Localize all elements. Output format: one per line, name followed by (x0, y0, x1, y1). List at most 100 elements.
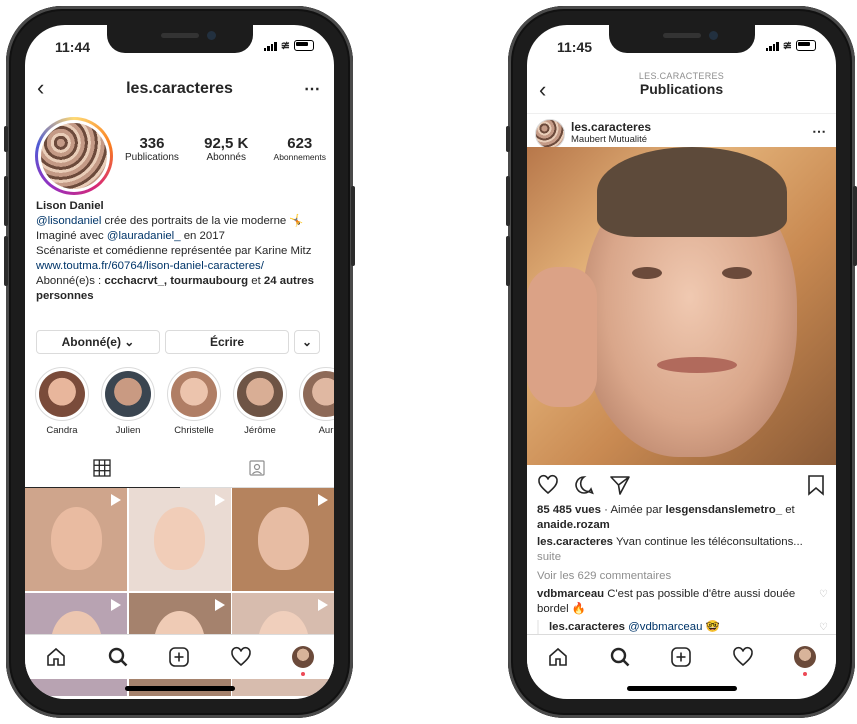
highlight-label: Christelle (174, 425, 214, 436)
more-icon[interactable]: ⋯ (304, 79, 320, 99)
highlight-item[interactable]: Julien (101, 367, 155, 436)
caption-text: Yvan continue les téléconsultations... (613, 536, 803, 548)
highlight-label: Aur (318, 425, 334, 436)
bio-text: Scénariste et comédienne représentée par… (36, 245, 312, 257)
post-caption: 85 485 vues · Aimée par lesgensdanslemet… (537, 503, 828, 635)
comment-like-icon[interactable]: ♡ (819, 587, 828, 602)
highlight-label: Candra (46, 425, 78, 436)
volume-down-button (506, 236, 510, 286)
heart-icon[interactable] (228, 644, 254, 670)
post-image[interactable] (527, 147, 836, 465)
comment-row: vdbmarceau C'est pas possible d'être aus… (537, 587, 828, 617)
home-icon[interactable] (545, 644, 571, 670)
search-icon[interactable] (607, 644, 633, 670)
profile-icon[interactable] (792, 644, 818, 676)
add-icon[interactable] (668, 644, 694, 670)
power-button (853, 186, 857, 266)
video-icon (318, 598, 328, 611)
grid-post[interactable] (128, 488, 231, 591)
home-icon[interactable] (43, 644, 69, 670)
profile-stats: 336 Publications 92,5 K Abonnés 623 Abon… (125, 135, 326, 163)
bookmark-icon[interactable] (806, 474, 826, 496)
more-icon[interactable]: ⋯ (812, 123, 826, 140)
reply-mention[interactable]: @vdbmarceau 🤓 (625, 621, 720, 633)
video-icon (214, 598, 225, 611)
view-comments-link[interactable]: Voir les 629 commentaires (537, 569, 828, 584)
post-avatar[interactable] (535, 119, 565, 149)
post-actions (537, 473, 826, 497)
mention-link[interactable]: @lisondaniel (36, 215, 101, 227)
post-header: les.caracteres Maubert Mutualité ⋯ (527, 115, 836, 151)
profile-bio: Lison Daniel @lisondaniel crée des portr… (36, 199, 326, 304)
grid-post[interactable] (232, 488, 334, 591)
battery-icon (294, 40, 314, 51)
profile-avatar[interactable] (35, 117, 113, 195)
post-username[interactable]: les.caracteres (571, 120, 651, 134)
stat-following[interactable]: 623 Abonnements (274, 135, 326, 163)
website-link[interactable]: www.toutma.fr/60764/lison-daniel-caracte… (36, 259, 326, 274)
highlight-item[interactable]: Candra (35, 367, 89, 436)
stat-value: 336 (139, 135, 165, 152)
bottom-tab-bar (25, 634, 334, 679)
mention-link[interactable]: @lauradaniel_ (107, 230, 181, 242)
liker-username[interactable]: anaide.rozam (537, 519, 610, 531)
post-location[interactable]: Maubert Mutualité (571, 134, 647, 145)
tab-tagged[interactable] (180, 449, 335, 487)
profile-icon[interactable] (290, 644, 316, 676)
highlight-item[interactable]: Jérôme (233, 367, 287, 436)
header-subtitle: LES.CARACTERES (638, 71, 725, 81)
signal-icon (765, 41, 779, 51)
liker-username[interactable]: lesgensdanslemetro_ (666, 504, 783, 516)
profile-tabs (25, 449, 334, 488)
home-indicator (125, 686, 235, 691)
video-icon (111, 598, 121, 611)
followed-by[interactable]: Abonné(e)s : ccchacrvt_, tourmaubourg et… (36, 274, 326, 304)
silent-switch (506, 126, 510, 152)
add-icon[interactable] (166, 644, 192, 670)
bio-text: en 2017 (180, 230, 225, 242)
view-count[interactable]: 85 485 vues (537, 504, 601, 516)
highlight-item[interactable]: Christelle (167, 367, 221, 436)
publications-header: ‹ LES.CARACTERES Publications (527, 65, 836, 114)
stat-label: Publications (125, 152, 179, 163)
message-button[interactable]: Écrire (165, 330, 289, 354)
stat-value: 623 (287, 135, 313, 152)
status-time: 11:44 (55, 39, 91, 55)
comment-like-icon[interactable]: ♡ (819, 620, 828, 635)
more-link[interactable]: suite (537, 550, 828, 565)
caption-username[interactable]: les.caracteres (537, 536, 613, 548)
volume-down-button (4, 236, 8, 286)
reply-username[interactable]: les.caracteres (549, 621, 625, 633)
bio-text: et (248, 275, 264, 287)
video-icon (214, 494, 225, 506)
search-icon[interactable] (105, 644, 131, 670)
highlight-label: Jérôme (244, 425, 276, 436)
profile-actions: Abonné(e) ⌄ Écrire ⌄ (36, 330, 320, 354)
following-button[interactable]: Abonné(e) ⌄ (36, 330, 160, 354)
stat-label: Abonnés (206, 152, 246, 163)
story-highlights: Candra Julien Christelle Jérôme Aur (35, 367, 334, 436)
tab-grid[interactable] (25, 449, 180, 488)
likes-line: 85 485 vues · Aimée par lesgensdanslemet… (537, 503, 828, 518)
comment-icon[interactable] (573, 474, 595, 496)
highlight-item[interactable]: Aur (299, 367, 334, 436)
stat-followers[interactable]: 92,5 K Abonnés (204, 135, 248, 163)
comment-username[interactable]: vdbmarceau (537, 588, 604, 600)
like-icon[interactable] (537, 474, 559, 496)
bio-text: Abonné(e)s : (36, 275, 105, 287)
bottom-tab-bar (527, 634, 836, 679)
grid-post[interactable] (25, 488, 127, 591)
back-icon[interactable]: ‹ (539, 77, 546, 103)
volume-up-button (4, 176, 8, 226)
heart-icon[interactable] (730, 644, 756, 670)
back-icon[interactable]: ‹ (37, 75, 44, 101)
hair-shape (597, 147, 787, 237)
bio-text: Imaginé avec (36, 230, 107, 242)
share-icon[interactable] (609, 474, 631, 496)
suggestions-dropdown-button[interactable]: ⌄ (294, 330, 320, 354)
mouth-shape (657, 357, 737, 373)
status-time: 11:45 (557, 39, 593, 55)
video-icon (318, 494, 328, 506)
power-button (351, 186, 355, 266)
stat-publications[interactable]: 336 Publications (125, 135, 179, 163)
